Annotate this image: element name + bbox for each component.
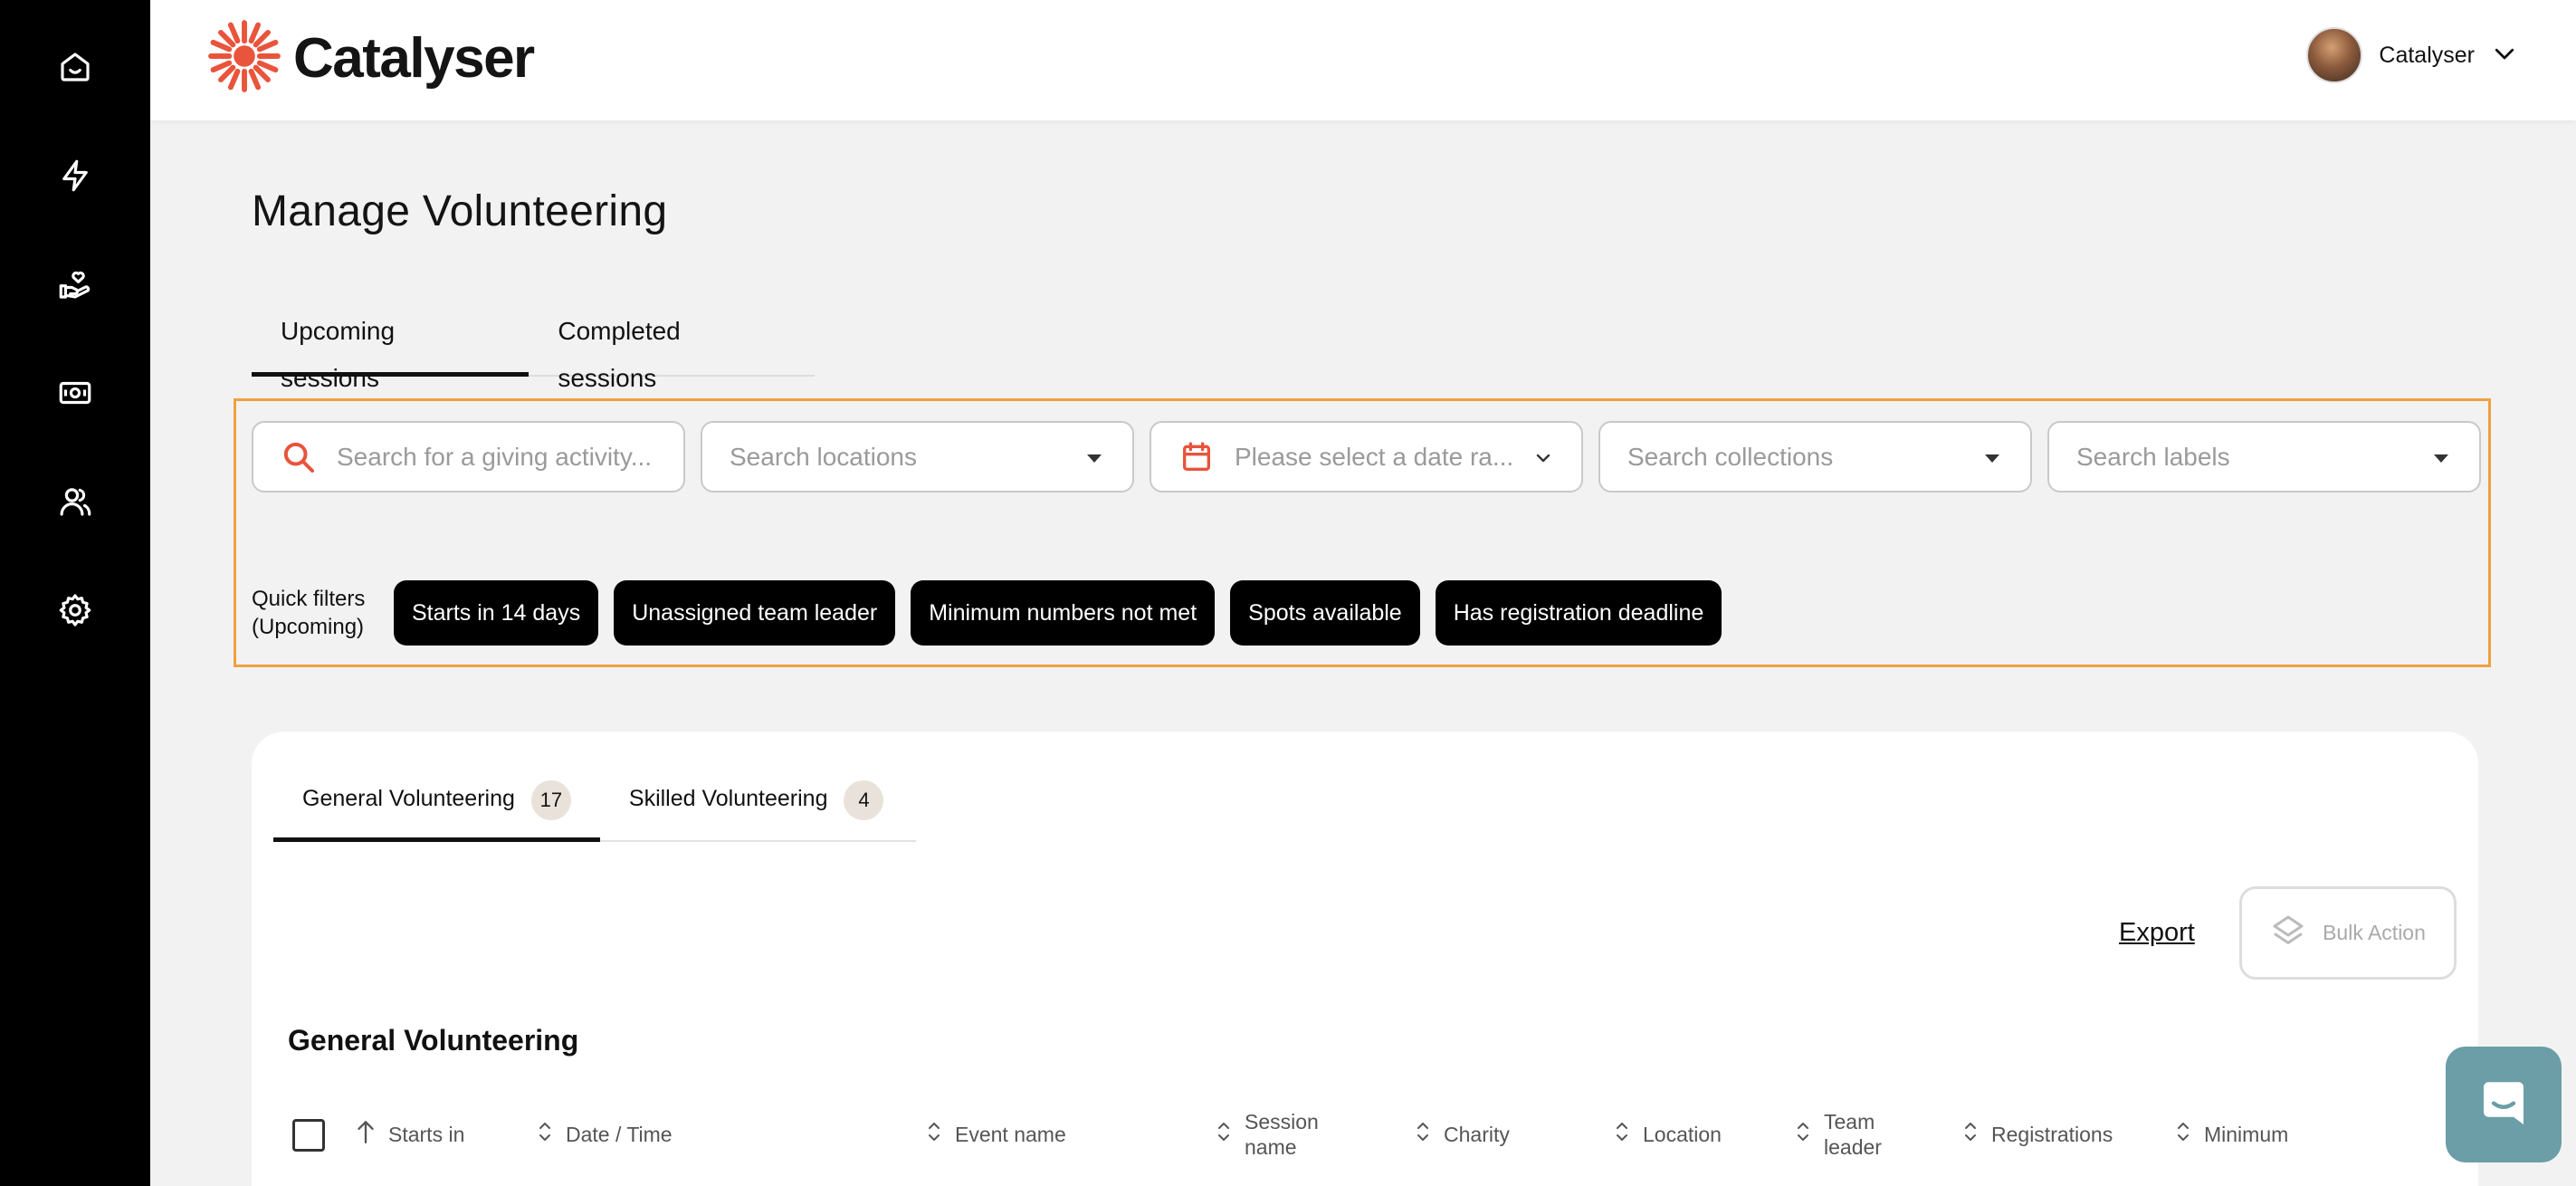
sort-icon [1415, 1120, 1431, 1149]
tab-upcoming-sessions[interactable]: Upcoming sessions [252, 308, 530, 392]
tab-label: Skilled Volunteering [628, 786, 828, 811]
column-label: Starts in [388, 1123, 465, 1146]
quick-filter-registration-deadline[interactable]: Has registration deadline [1435, 580, 1722, 646]
column-session-name[interactable]: Session name [1216, 1103, 1333, 1166]
chevron-down-icon [2491, 40, 2518, 72]
tab-general-volunteering[interactable]: General Volunteering 17 [273, 768, 600, 842]
column-label: Team leader [1824, 1110, 1882, 1159]
quick-filters: Quick filters (Upcoming) Starts in 14 da… [252, 580, 1722, 646]
sort-icon [1614, 1120, 1630, 1149]
money-icon [59, 381, 91, 405]
column-label: Event name [955, 1123, 1066, 1146]
column-date-time[interactable]: Date / Time [537, 1103, 673, 1166]
sun-logo-icon [206, 18, 282, 99]
column-charity[interactable]: Charity [1415, 1103, 1510, 1166]
sort-icon [1962, 1120, 1979, 1149]
column-label: Registrations [1991, 1123, 2113, 1146]
lightning-icon [62, 159, 88, 192]
column-minimum[interactable]: Minimum [2175, 1103, 2288, 1166]
labels-select[interactable]: Search labels [2047, 421, 2481, 493]
calendar-icon [1178, 439, 1215, 475]
sidebar-item-volunteering[interactable] [43, 252, 108, 317]
column-starts-in[interactable]: Starts in [356, 1103, 464, 1166]
caret-down-icon [1083, 447, 1105, 469]
date-range-placeholder: Please select a date ra... [1235, 442, 1514, 471]
bulk-action-label: Bulk Action [2323, 921, 2426, 944]
date-range-picker[interactable]: Please select a date ra... [1150, 421, 1583, 493]
quick-filter-starts-14-days[interactable]: Starts in 14 days [394, 580, 599, 646]
volunteering-type-tabs: General Volunteering 17 Skilled Voluntee… [273, 768, 916, 842]
home-icon [61, 53, 90, 81]
export-link[interactable]: Export [2119, 918, 2195, 948]
column-label: Location [1643, 1123, 1722, 1146]
caret-down-icon [2430, 447, 2452, 469]
filter-panel: Search locations Please select a date ra… [234, 398, 2491, 667]
column-label: Minimum [2204, 1123, 2289, 1146]
chevron-down-icon [1532, 447, 1554, 469]
chat-launcher-button[interactable] [2446, 1047, 2562, 1162]
column-event-name[interactable]: Event name [926, 1103, 1066, 1166]
bulk-action-button[interactable]: Bulk Action [2239, 886, 2457, 980]
search-icon [281, 439, 317, 475]
sort-icon [2175, 1120, 2191, 1149]
sidebar-item-home[interactable] [43, 34, 108, 100]
gear-icon [59, 594, 91, 626]
user-name: Catalyser [2379, 42, 2475, 68]
column-label: Session name [1245, 1110, 1319, 1159]
column-label: Charity [1444, 1123, 1510, 1146]
select-all-checkbox[interactable] [292, 1119, 325, 1152]
quick-filter-minimum-not-met[interactable]: Minimum numbers not met [911, 580, 1216, 646]
users-icon [60, 488, 91, 516]
tab-completed-sessions[interactable]: Completed sessions [529, 308, 815, 392]
section-title: General Volunteering [288, 1024, 579, 1057]
sort-icon [537, 1120, 553, 1149]
avatar [2306, 27, 2363, 83]
locations-placeholder: Search locations [730, 442, 918, 471]
activity-search-field[interactable] [252, 421, 685, 493]
column-registrations[interactable]: Registrations [1962, 1103, 2113, 1166]
quick-filters-label: Quick filters (Upcoming) [252, 587, 366, 639]
count-badge: 4 [844, 780, 884, 820]
collections-select[interactable]: Search collections [1598, 421, 2032, 493]
count-badge: 17 [530, 780, 571, 820]
column-team-leader[interactable]: Team leader [1795, 1103, 1903, 1166]
layers-icon [2270, 913, 2306, 954]
sessions-card: General Volunteering 17 Skilled Voluntee… [252, 732, 2478, 1186]
sort-ascending-icon [356, 1118, 376, 1151]
page-title: Manage Volunteering [252, 187, 668, 235]
sidebar-item-people[interactable] [43, 469, 108, 534]
user-menu[interactable]: Catalyser [2306, 25, 2518, 85]
collections-placeholder: Search collections [1627, 442, 1834, 471]
sort-icon [926, 1120, 942, 1149]
sidebar-item-settings[interactable] [43, 578, 108, 643]
caret-down-icon [1981, 447, 2003, 469]
column-label: Date / Time [566, 1123, 673, 1146]
quick-filter-spots-available[interactable]: Spots available [1230, 580, 1420, 646]
tab-label: General Volunteering [302, 786, 515, 811]
quick-filter-unassigned-team-leader[interactable]: Unassigned team leader [614, 580, 896, 646]
brand-name: Catalyser [293, 27, 535, 90]
column-location[interactable]: Location [1614, 1103, 1722, 1166]
sidebar-item-giving[interactable] [43, 360, 108, 426]
labels-placeholder: Search labels [2076, 442, 2230, 471]
tab-skilled-volunteering[interactable]: Skilled Volunteering 4 [600, 768, 913, 842]
locations-select[interactable]: Search locations [701, 421, 1134, 493]
sort-icon [1795, 1120, 1811, 1149]
sidebar [0, 0, 150, 1186]
filters-row: Search locations Please select a date ra… [252, 421, 2481, 493]
sidebar-item-activity[interactable] [43, 143, 108, 208]
table-header: Starts in Date / Time Event name Session… [292, 1103, 2478, 1166]
sort-icon [1216, 1120, 1232, 1149]
chat-bubble-icon [2484, 1082, 2524, 1124]
session-tabs: Upcoming sessions Completed sessions [252, 308, 815, 392]
brand-logo[interactable]: Catalyser [206, 18, 535, 99]
top-header: Catalyser Catalyser [150, 0, 2576, 120]
hand-heart-icon [59, 271, 91, 299]
activity-search-input[interactable] [337, 442, 656, 472]
